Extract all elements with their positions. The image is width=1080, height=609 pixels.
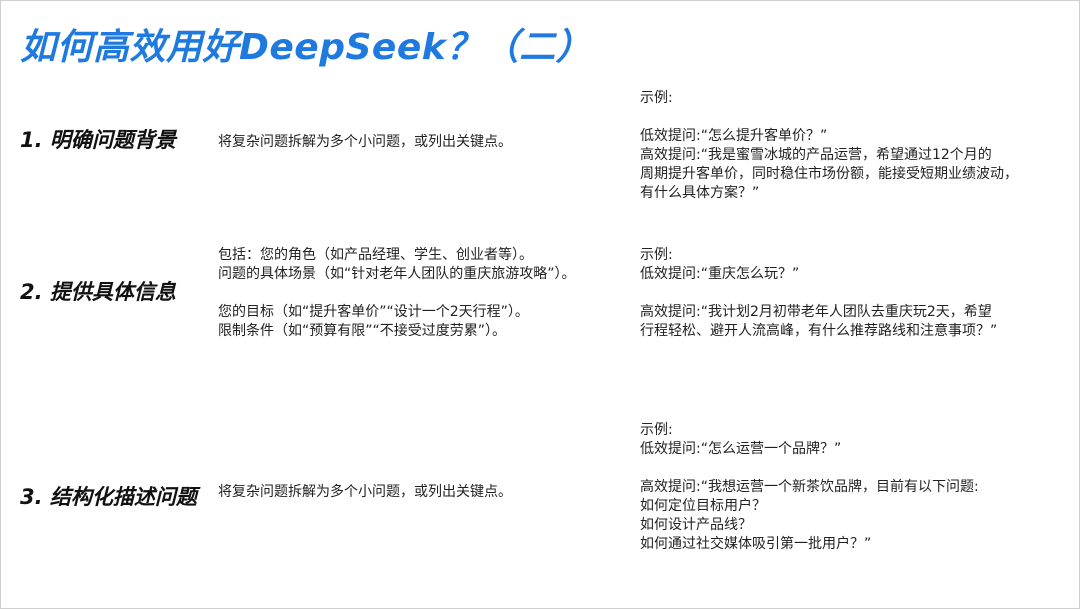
section-1-example: 示例: 低效提问:“怎么提升客单价？” 高效提问:“我是蜜雪冰城的产品运营，希望… <box>640 89 1060 203</box>
description-line: 您的目标（如“提升客单价”“设计一个2天行程”）。 <box>218 304 529 320</box>
section-1-description: 将复杂问题拆解为多个小问题，或列出关键点。 <box>218 133 512 152</box>
description-line: 包括：您的角色（如产品经理、学生、创业者等）。 <box>218 247 533 263</box>
example-line <box>640 284 1060 303</box>
example-line: 低效提问:“怎么提升客单价？” <box>640 128 828 144</box>
description-line: 问题的具体场景（如“针对老年人团队的重庆旅游攻略”）。 <box>218 266 576 282</box>
example-line: 低效提问:“怎么运营一个品牌？” <box>640 441 842 457</box>
example-line: 示例: <box>640 247 673 263</box>
example-line: 高效提问:“我是蜜雪冰城的产品运营，希望通过12个月的 <box>640 147 992 163</box>
section-3-example: 示例: 低效提问:“怎么运营一个品牌？” 高效提问:“我想运营一个新茶饮品牌，目… <box>640 421 1060 554</box>
slide-title: 如何高效用好DeepSeek？（二） <box>20 27 593 68</box>
description-line: 限制条件（如“预算有限”“不接受过度劳累”）。 <box>218 323 507 339</box>
example-line: 高效提问:“我计划2月初带老年人团队去重庆玩2天，希望 <box>640 304 992 320</box>
example-line: 周期提升客单价，同时稳住市场份额，能接受短期业绩波动， <box>640 166 1018 182</box>
example-line: 如何设计产品线？ <box>640 517 752 533</box>
description-line <box>218 284 576 303</box>
section-2-example: 示例: 低效提问:“重庆怎么玩？” 高效提问:“我计划2月初带老年人团队去重庆玩… <box>640 246 1060 341</box>
example-line: 示例: <box>640 422 673 438</box>
example-line: 高效提问:“我想运营一个新茶饮品牌，目前有以下问题: <box>640 479 979 495</box>
section-3-heading: 3. 结构化描述问题 <box>20 485 197 509</box>
example-line: 行程轻松、避开人流高峰，有什么推荐路线和注意事项？” <box>640 323 998 339</box>
example-line: 有什么具体方案？” <box>640 185 760 201</box>
description-line: 将复杂问题拆解为多个小问题，或列出关键点。 <box>218 134 512 150</box>
description-line: 将复杂问题拆解为多个小问题，或列出关键点。 <box>218 484 512 500</box>
example-line <box>640 108 1060 127</box>
example-line <box>640 459 1060 478</box>
example-line: 如何通过社交媒体吸引第一批用户？” <box>640 536 872 552</box>
section-2-heading: 2. 提供具体信息 <box>20 280 176 304</box>
example-line: 示例: <box>640 90 673 106</box>
section-1-heading: 1. 明确问题背景 <box>20 128 176 152</box>
example-line: 低效提问:“重庆怎么玩？” <box>640 266 800 282</box>
section-2-description: 包括：您的角色（如产品经理、学生、创业者等）。 问题的具体场景（如“针对老年人团… <box>218 246 576 341</box>
section-3-description: 将复杂问题拆解为多个小问题，或列出关键点。 <box>218 483 512 502</box>
example-line: 如何定位目标用户？ <box>640 498 766 514</box>
